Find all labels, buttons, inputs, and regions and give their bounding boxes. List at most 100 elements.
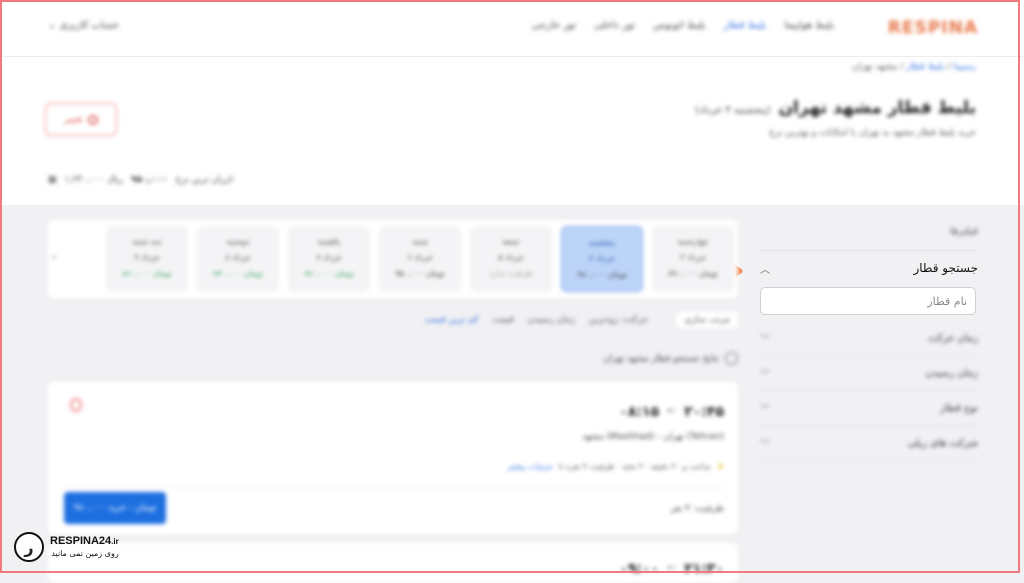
details-link[interactable]: جزئیات بیشتر <box>508 462 553 471</box>
cheapest-price: ▦ ۱,۲۴۰,۰۰۰ ریال ۹۸۰,۰۰۰ ارزان ترین نرخ: <box>48 175 235 185</box>
sort-bar: مرتب سازی حرکت: زودترین زمان رسیدن قیمت … <box>48 312 738 332</box>
nav-item-bus[interactable]: بلیط اتوبوس <box>653 20 706 31</box>
breadcrumb: رسپینا / بلیط قطار / مشهد تهران <box>851 62 976 72</box>
date-option-date: ۸ خرداد <box>225 253 251 262</box>
date-option[interactable]: جمعه ۵ خرداد ظرفیت ندارد <box>470 226 552 292</box>
date-option-date: ۳ خرداد <box>680 253 706 262</box>
filter-rail-company[interactable]: شرکت های ریلی ﹀ <box>760 426 978 461</box>
user-menu[interactable]: ⌄ حساب کاربری <box>48 20 119 31</box>
train-times: ۲۱:۳۰ ← ۰۹:۰۰ <box>619 561 724 577</box>
watermark: ر RESPINA24.ir روی زمین نمی مانید <box>14 532 119 562</box>
date-option-price: ۹۵۰,۰۰۰ تومان <box>395 269 445 278</box>
sort-options: حرکت: زودترین زمان رسیدن قیمت کم ترین قی… <box>425 315 648 325</box>
price-extra: ۱,۲۴۰,۰۰۰ ریال <box>64 175 124 185</box>
chevron-down-icon: ﹀ <box>760 334 770 346</box>
breadcrumb-section[interactable]: بلیط قطار <box>906 62 944 72</box>
chevron-left-icon[interactable]: ‹ <box>52 252 56 263</box>
card-divider <box>64 487 724 488</box>
watermark-logo: ر <box>14 532 44 562</box>
chevron-down-icon: ﹀ <box>760 439 770 451</box>
sort-option[interactable]: زمان رسیدن <box>528 315 575 325</box>
filter-sidebar: فیلترها جستجو قطار ︿ زمان حرکت ﹀ زمان رس… <box>760 226 978 461</box>
date-option-price: ۸۶۰,۰۰۰ تومان <box>122 269 172 278</box>
page-title-text: بلیط قطار مشهد تهران <box>778 98 976 118</box>
date-option-date: ۴ خرداد <box>589 254 615 263</box>
date-option-date: ۵ خرداد <box>498 253 524 262</box>
date-option[interactable]: چهارشنبه ۳ خرداد ۸۹۰,۰۰۰ تومان <box>652 226 734 292</box>
filter-label: شرکت های ریلی <box>907 437 978 449</box>
arrive-time: ۰۹:۰۰ <box>619 561 659 577</box>
train-route: مشهد (Mashhad) - تهران (Tehran) <box>582 432 724 442</box>
sort-option[interactable]: کم ترین قیمت <box>425 315 479 325</box>
train-times: ۲۰:۴۵ ← ۰۸:۱۵ <box>619 404 724 420</box>
page-title-date: (پنجشنبه ۴ خرداد) <box>695 105 771 116</box>
price-label: ارزان ترین نرخ: <box>175 175 235 185</box>
date-option-day: شنبه <box>412 237 428 246</box>
filter-list: زمان حرکت ﹀ زمان رسیدن ﹀ نوع قطار ﹀ شرکت… <box>760 321 978 461</box>
filter-train-search[interactable]: جستجو قطار ︿ <box>760 251 978 285</box>
star-icon: ★ <box>716 462 724 471</box>
info-icon <box>725 352 738 365</box>
watermark-brand-name: RESPINA24 <box>50 534 112 547</box>
watermark-domain: .ir <box>111 536 119 546</box>
sort-button[interactable]: مرتب سازی <box>676 312 738 328</box>
date-option-price: ۸۷۰,۰۰۰ تومان <box>304 269 354 278</box>
nav-item-train[interactable]: بلیط قطار <box>724 20 767 31</box>
notice-text: نتایج جستجو قطار مشهد تهران <box>603 353 719 364</box>
train-capacity: ظرفیت: ۴ نفر <box>670 504 724 514</box>
train-name-input[interactable] <box>760 287 976 315</box>
nav-item-flight[interactable]: بلیط هواپیما <box>784 20 834 31</box>
results-notice: نتایج جستجو قطار مشهد تهران <box>603 352 738 365</box>
date-option-day: پنجشنبه <box>588 238 616 247</box>
train-card: ۲۱:۳۰ ← ۰۹:۰۰ <box>48 543 738 583</box>
filter-arrival-time[interactable]: زمان رسیدن ﹀ <box>760 356 978 391</box>
chevron-down-icon: ﹀ <box>760 404 770 416</box>
filter-label: نوع قطار <box>940 402 978 414</box>
sort-option[interactable]: حرکت: زودترین <box>589 315 648 325</box>
main-nav: بلیط هواپیما بلیط قطار بلیط اتوبوس تور د… <box>531 20 834 31</box>
date-option-date: ۹ خرداد <box>134 253 160 262</box>
page-description: خرید بلیط قطار مشهد به تهران با امکانات … <box>769 128 976 138</box>
header-divider <box>0 56 1024 57</box>
breadcrumb-current: مشهد تهران <box>851 62 898 72</box>
search-icon <box>88 114 99 125</box>
depart-time: ۲۱:۳۰ <box>684 561 724 577</box>
edit-search-button[interactable]: تغییر <box>45 103 117 136</box>
date-option-day: یکشنبه <box>317 237 341 246</box>
brand-logo[interactable]: RESPINA <box>888 18 978 38</box>
filter-train-type[interactable]: نوع قطار ﹀ <box>760 391 978 426</box>
date-option-date: ۷ خرداد <box>316 253 342 262</box>
train-info: ★ ۸ ساعت و ۳۰ دقیقه · ۳ تخته · ظرفیت ۴ ن… <box>508 462 724 471</box>
date-option-price: ۸۹۰,۰۰۰ تومان <box>668 269 718 278</box>
chevron-up-icon: ︿ <box>760 264 770 276</box>
date-option[interactable]: شنبه ۶ خرداد ۹۵۰,۰۰۰ تومان <box>379 226 461 292</box>
nav-item-foreign-tour[interactable]: تور خارجی <box>531 20 576 31</box>
filter-title: فیلترها <box>950 226 978 237</box>
filter-departure-time[interactable]: زمان حرکت ﹀ <box>760 321 978 356</box>
date-strip: ‹ چهارشنبه ۳ خرداد ۸۹۰,۰۰۰ تومان پنجشنبه ۴ خ… <box>48 220 738 298</box>
date-option[interactable]: یکشنبه ۷ خرداد ۸۷۰,۰۰۰ تومان <box>288 226 370 292</box>
date-option[interactable]: سه شنبه ۹ خرداد ۸۶۰,۰۰۰ تومان <box>106 226 188 292</box>
watermark-tagline: روی زمین نمی مانید <box>51 548 119 558</box>
filter-label: زمان حرکت <box>927 332 978 344</box>
page-title: بلیط قطار مشهد تهران (پنجشنبه ۴ خرداد) <box>695 98 976 118</box>
favorite-icon[interactable] <box>70 398 82 412</box>
nav-item-domestic-tour[interactable]: تور داخلی <box>594 20 635 31</box>
filter-train-search-label: جستجو قطار <box>913 261 978 275</box>
calendar-icon: ▦ <box>48 175 57 185</box>
sort-option[interactable]: قیمت <box>493 315 514 325</box>
chevron-down-icon: ﹀ <box>760 369 770 381</box>
chevron-down-icon: ⌄ <box>48 20 57 31</box>
date-option-price: ۸۴۰,۰۰۰ تومان <box>213 269 263 278</box>
filter-label: زمان رسیدن <box>925 367 978 379</box>
date-option-price: ۹۸۰,۰۰۰ تومان <box>577 270 627 279</box>
depart-time: ۲۰:۴۵ <box>684 404 724 420</box>
buy-ticket-button[interactable]: ۹۸۰,۰۰۰ تومان - خرید <box>64 492 166 524</box>
date-option-day: چهارشنبه <box>677 237 709 246</box>
date-option[interactable]: پنجشنبه ۴ خرداد ۹۸۰,۰۰۰ تومان <box>561 226 643 292</box>
breadcrumb-home[interactable]: رسپینا <box>953 62 976 72</box>
price-value: ۹۸۰,۰۰۰ <box>131 175 168 185</box>
watermark-text: RESPINA24.ir روی زمین نمی مانید <box>50 535 119 560</box>
arrow-left-icon: ← <box>667 561 677 574</box>
date-option[interactable]: دوشنبه ۸ خرداد ۸۴۰,۰۰۰ تومان <box>197 226 279 292</box>
